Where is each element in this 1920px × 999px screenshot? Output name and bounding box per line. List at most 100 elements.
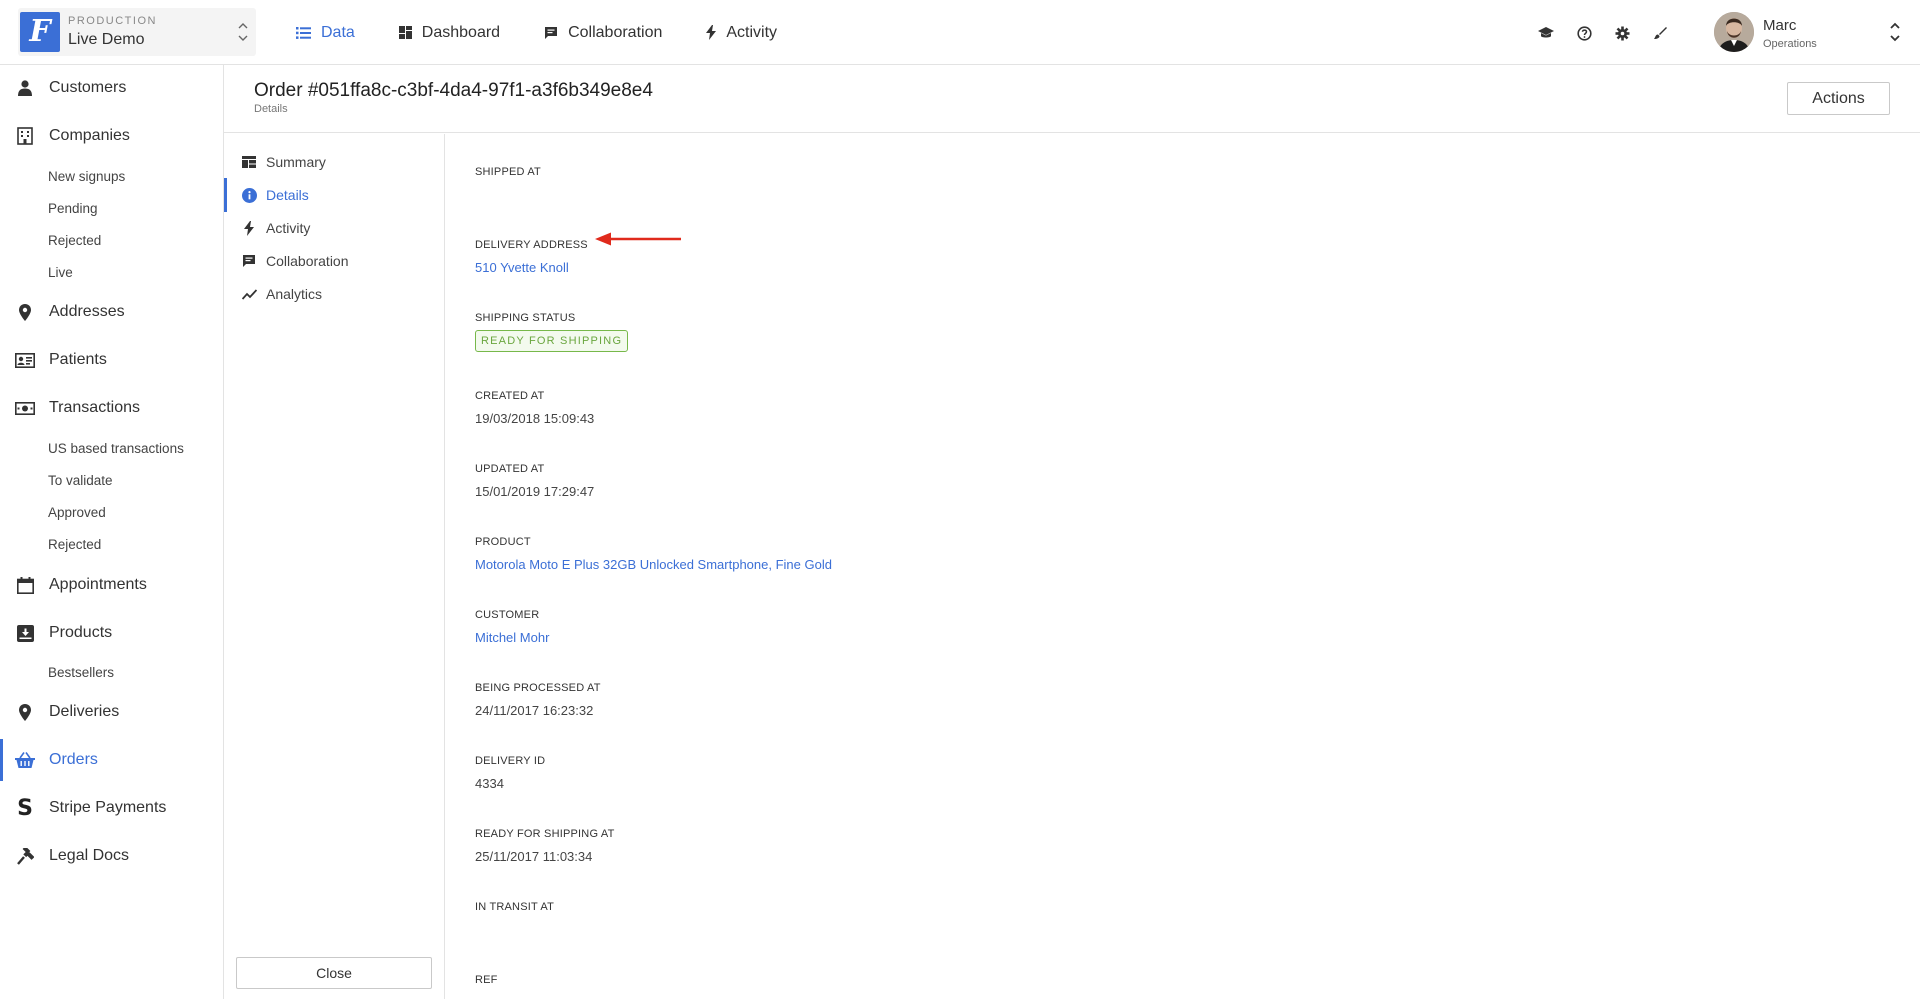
sidebar-item-customers[interactable]: Customers [0,73,223,103]
sidebar-item-label: Addresses [49,303,125,320]
sidebar-subitem-pending[interactable]: Pending [48,201,98,216]
details-fields: Shipped at Delivery address 510 Yvette K… [475,134,1875,999]
subnav-label: Analytics [266,286,323,302]
topnav-dashboard[interactable]: Dashboard [398,24,500,42]
sidebar-subitem-approved[interactable]: Approved [48,505,106,520]
project-name: Live Demo [68,31,145,48]
app-logo: F [20,12,60,52]
dashboard-icon [398,26,412,39]
stripe-icon: S [17,795,33,821]
sidebar-subitem-rejected[interactable]: Rejected [48,233,101,248]
calendar-icon [14,574,36,596]
field-label: Being processed at [475,682,601,694]
top-bar: F PRODUCTION Live Demo Data Dashboard Co… [0,0,1920,65]
sidebar: Customers Companies New signups Pending … [0,65,224,999]
subnav-details[interactable]: Details [224,178,444,212]
sidebar-item-transactions[interactable]: Transactions [0,393,223,423]
subnav-summary[interactable]: Summary [224,148,444,176]
bolt-icon [241,220,257,236]
bolt-icon [706,25,717,40]
line-chart-icon [241,286,257,302]
field-value: 4334 [475,776,504,791]
field-being-processed-at: Being processed at 24/11/2017 16:23:32 [475,682,601,718]
topnav-activity[interactable]: Activity [706,24,777,42]
sidebar-item-addresses[interactable]: Addresses [0,297,223,327]
topnav-collaboration-label: Collaboration [568,23,663,41]
sidebar-item-legal-docs[interactable]: Legal Docs [0,841,223,871]
field-label: Customer [475,609,540,621]
environment-switcher[interactable]: F PRODUCTION Live Demo [18,8,256,56]
detail-subnav: Summary Details Activity Collaboration A… [224,134,445,999]
info-icon [241,187,257,203]
list-icon [296,26,311,39]
topnav-collaboration[interactable]: Collaboration [544,24,662,42]
sidebar-item-label: Companies [49,127,130,144]
graduation-cap-icon[interactable] [1536,23,1556,43]
topnav-data-label: Data [321,23,355,41]
user-menu[interactable]: Marc Operations [1714,12,1904,54]
sidebar-subitem-live[interactable]: Live [48,265,73,280]
chat-icon [241,253,257,269]
field-label: Created at [475,390,545,402]
field-customer: Customer Mitchel Mohr [475,609,549,645]
subnav-label: Summary [266,154,326,170]
field-ready-for-shipping-at: Ready for shipping at 25/11/2017 11:03:3… [475,828,615,864]
field-created-at: Created at 19/03/2018 15:09:43 [475,390,594,426]
sidebar-subitem-bestsellers[interactable]: Bestsellers [48,665,114,680]
subnav-label: Details [266,187,309,203]
close-button[interactable]: Close [236,957,432,989]
field-label: Ready for shipping at [475,828,615,840]
toolbar-icons [1536,23,1688,43]
subnav-analytics[interactable]: Analytics [224,280,444,308]
page-header: Order #051ffa8c-c3bf-4da4-97f1-a3f6b349e… [224,65,1920,133]
gavel-icon [14,845,36,867]
brush-icon[interactable] [1650,23,1670,43]
environment-label: PRODUCTION [68,15,157,27]
field-delivery-address: Delivery address 510 Yvette Knoll [475,239,588,275]
help-icon[interactable] [1574,23,1594,43]
sidebar-item-stripe-payments[interactable]: S Stripe Payments [0,793,223,823]
page-title: Order #051ffa8c-c3bf-4da4-97f1-a3f6b349e… [254,80,653,101]
product-link[interactable]: Motorola Moto E Plus 32GB Unlocked Smart… [475,557,832,572]
topnav-activity-label: Activity [726,23,778,41]
summary-icon [241,154,257,170]
subnav-activity[interactable]: Activity [224,214,444,242]
sidebar-item-companies[interactable]: Companies [0,121,223,151]
delivery-address-link[interactable]: 510 Yvette Knoll [475,260,588,275]
field-shipped-at: Shipped at [475,166,541,187]
sidebar-subitem-to-validate[interactable]: To validate [48,473,113,488]
field-label: Updated at [475,463,545,475]
sidebar-item-appointments[interactable]: Appointments [0,570,223,600]
status-badge: Ready for shipping [475,330,629,352]
sidebar-item-products[interactable]: Products [0,618,223,648]
sidebar-subitem-us-based-transactions[interactable]: US based transactions [48,441,184,456]
actions-button[interactable]: Actions [1787,82,1890,115]
field-value: 19/03/2018 15:09:43 [475,411,595,426]
subnav-collaboration[interactable]: Collaboration [224,247,444,275]
sidebar-item-label: Stripe Payments [49,799,167,816]
field-label: Ref [475,974,498,986]
field-label: Delivery ID [475,755,546,767]
user-role: Operations [1763,38,1817,50]
user-name: Marc [1763,17,1797,34]
gear-icon[interactable] [1612,23,1632,43]
sidebar-item-label: Legal Docs [49,847,130,864]
chat-icon [545,26,558,39]
map-pin-icon [14,701,36,723]
sidebar-subitem-rejected[interactable]: Rejected [48,537,101,552]
sidebar-item-label: Deliveries [49,703,120,720]
field-label: In transit at [475,901,555,913]
customer-link[interactable]: Mitchel Mohr [475,630,549,645]
field-value: 25/11/2017 11:03:34 [475,849,593,864]
sidebar-item-label: Transactions [49,399,140,416]
archive-box-icon [14,622,36,644]
sidebar-item-patients[interactable]: Patients [0,345,223,375]
sidebar-item-orders[interactable]: Orders [0,739,223,781]
chevron-updown-icon [1890,22,1900,42]
topnav-data[interactable]: Data [296,24,355,42]
basket-icon [14,749,36,771]
sidebar-subitem-new-signups[interactable]: New signups [48,169,125,184]
field-label: Delivery address [475,239,588,251]
sidebar-item-deliveries[interactable]: Deliveries [0,697,223,727]
chevron-updown-icon [238,23,248,41]
